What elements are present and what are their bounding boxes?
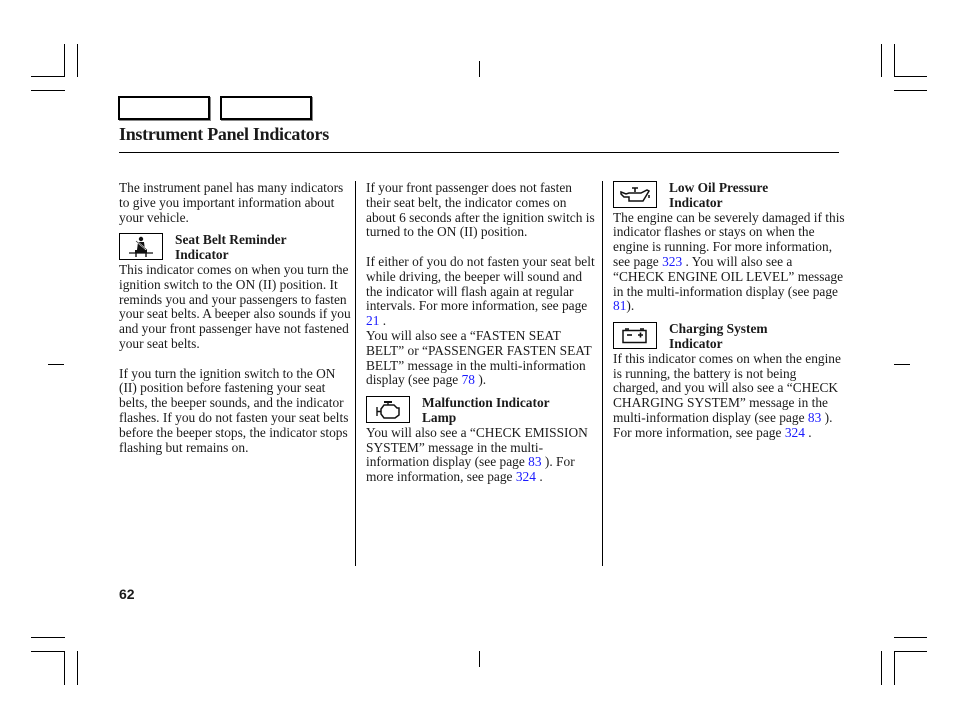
page-link-83[interactable]: 83	[808, 410, 821, 425]
nav-tab-box[interactable]	[220, 96, 312, 120]
page-number: 62	[119, 586, 135, 602]
oil-can-icon	[620, 186, 651, 202]
malfunction-heading-line1: Malfunction Indicator	[422, 395, 550, 411]
check-engine-icon	[376, 400, 400, 419]
column-divider	[355, 181, 356, 566]
check-engine-icon-box	[366, 396, 410, 424]
seat-belt-heading-line2: Indicator	[175, 247, 229, 263]
nav-tab-box[interactable]	[118, 96, 210, 120]
crop-mark	[31, 76, 65, 77]
battery-icon	[622, 327, 647, 343]
oil-can-icon-box	[613, 181, 657, 208]
charging-heading-line1: Charging System	[669, 321, 768, 337]
crop-mark	[894, 90, 927, 91]
oil-pressure-heading-line2: Indicator	[669, 194, 723, 210]
oil-pressure-heading-line1: Low Oil Pressure	[669, 180, 769, 195]
crop-mark	[894, 364, 910, 365]
crop-mark	[31, 637, 65, 638]
crop-mark	[77, 44, 78, 77]
page-link-324[interactable]: 324	[785, 425, 805, 440]
seat-belt-para-5: You will also see a “FASTEN SEAT BELT” o…	[366, 327, 592, 388]
page-link-78[interactable]: 78	[462, 372, 475, 387]
column-2: If your front passenger does not fasten …	[366, 180, 598, 485]
crop-mark	[48, 364, 64, 365]
page-link-324[interactable]: 324	[516, 469, 536, 484]
seat-belt-para-2: If you turn the ignition switch to the O…	[119, 365, 349, 455]
page-link-83[interactable]: 83	[528, 454, 541, 469]
crop-mark	[31, 651, 65, 652]
crop-mark	[894, 637, 927, 638]
seat-belt-heading-line1: Seat Belt Reminder	[175, 232, 287, 248]
page-title: Instrument Panel Indicators	[119, 124, 329, 144]
crop-mark	[894, 76, 927, 77]
column-3: Low Oil Pressure Indicator The engine ca…	[613, 180, 845, 441]
crop-mark	[64, 44, 65, 77]
oil-pressure-text: The engine can be severely damaged if th…	[613, 209, 845, 314]
intro-text: The instrument panel has many indicators…	[119, 180, 344, 225]
column-1: The instrument panel has many indicators…	[119, 180, 351, 455]
page-link-81[interactable]: 81	[613, 298, 626, 313]
crop-mark	[31, 90, 65, 91]
page-link-21[interactable]: 21	[366, 313, 379, 328]
seat-belt-para-4: If either of you do not fasten your seat…	[366, 253, 595, 329]
seat-belt-para-3: If your front passenger does not fasten …	[366, 180, 595, 240]
malfunction-text: You will also see a “CHECK EMISSION SYST…	[366, 424, 588, 485]
crop-mark	[479, 61, 480, 77]
crop-mark	[881, 651, 882, 685]
seat-belt-indicator-heading: Seat Belt Reminder Indicator	[119, 233, 351, 263]
malfunction-indicator-heading: Malfunction Indicator Lamp	[366, 395, 598, 426]
crop-mark	[894, 651, 895, 685]
malfunction-heading-line2: Lamp	[422, 409, 457, 425]
charging-text: If this indicator comes on when the engi…	[613, 350, 841, 440]
charging-heading-line2: Indicator	[669, 335, 723, 351]
crop-mark	[64, 651, 65, 685]
seat-belt-para-1: This indicator comes on when you turn th…	[119, 261, 351, 351]
crop-mark	[77, 651, 78, 685]
crop-mark	[894, 44, 895, 77]
battery-icon-box	[613, 322, 657, 350]
title-rule	[119, 152, 839, 153]
page-link-323[interactable]: 323	[662, 254, 682, 269]
seat-belt-icon	[129, 236, 153, 257]
charging-indicator-heading: Charging System Indicator	[613, 321, 845, 352]
oil-pressure-indicator-heading: Low Oil Pressure Indicator	[613, 180, 845, 211]
crop-mark	[894, 651, 927, 652]
crop-mark	[881, 44, 882, 77]
crop-mark	[479, 651, 480, 667]
seat-belt-icon-box	[119, 233, 163, 261]
column-divider	[602, 181, 603, 566]
